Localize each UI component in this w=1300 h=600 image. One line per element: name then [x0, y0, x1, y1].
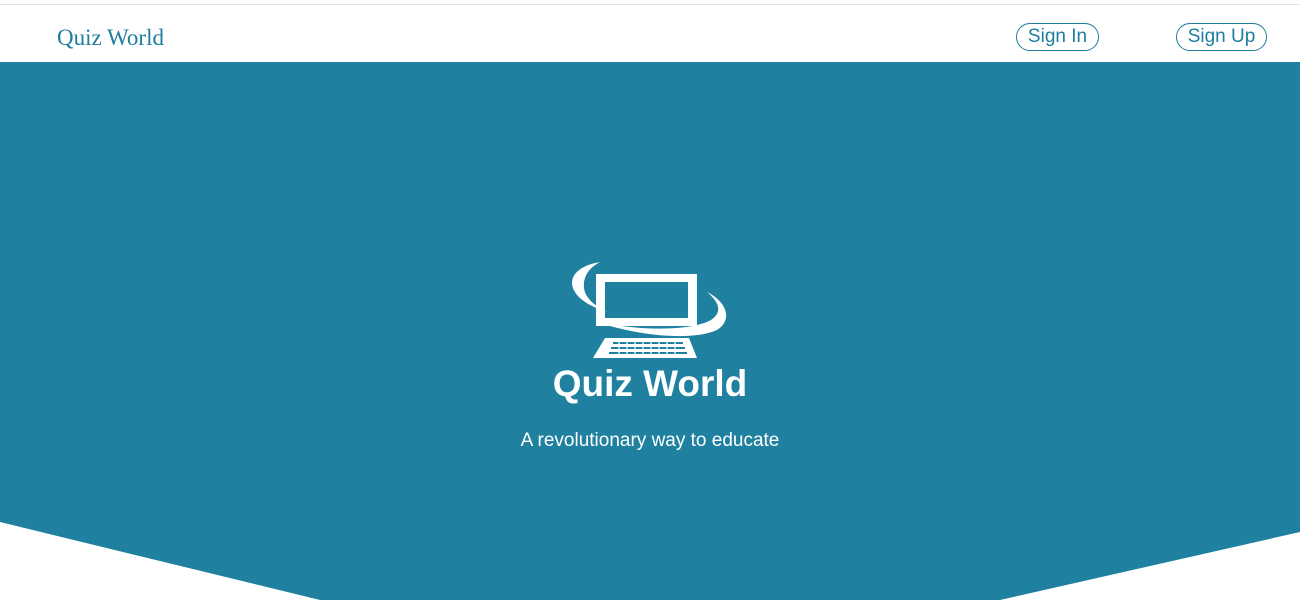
hero-section: Quiz World A revolutionary way to educat…: [0, 62, 1300, 600]
hero-title: Quiz World: [552, 363, 748, 404]
hero-subtitle: A revolutionary way to educate: [520, 430, 780, 451]
sign-in-button[interactable]: Sign In: [1016, 23, 1099, 51]
page: Quiz World Sign In Sign Up Quiz World A …: [0, 0, 1300, 600]
computer-monitor-orbit-icon: [572, 262, 727, 358]
navbar: Quiz World Sign In Sign Up: [0, 5, 1300, 62]
sign-up-button[interactable]: Sign Up: [1176, 23, 1267, 51]
navbar-brand[interactable]: Quiz World: [57, 22, 164, 54]
